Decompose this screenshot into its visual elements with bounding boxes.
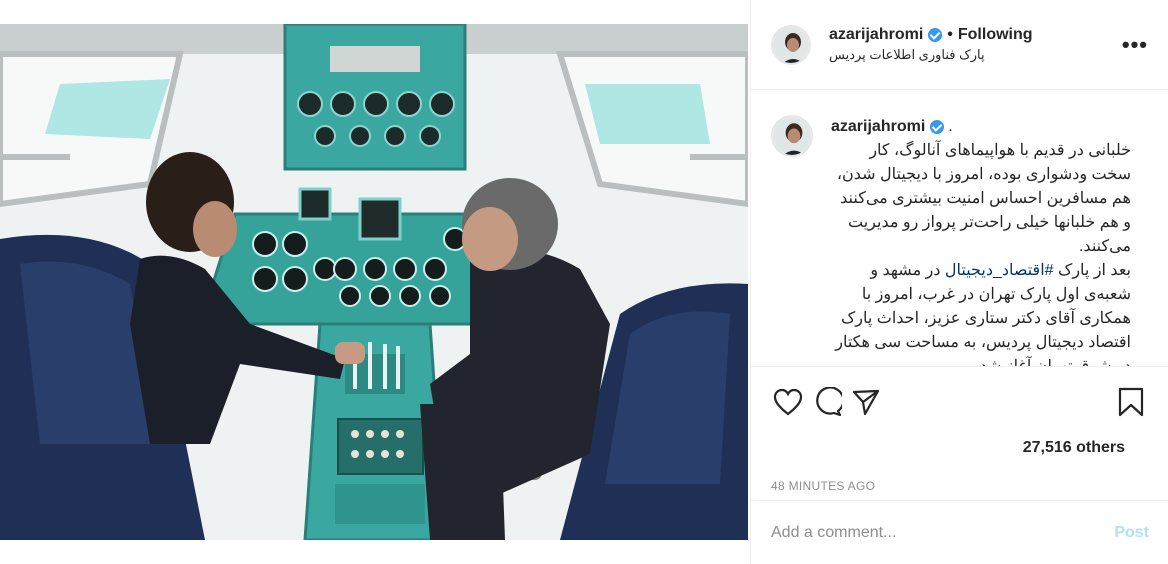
header-line: azarijahromi • Following bbox=[829, 26, 1118, 44]
add-comment-bar: Post bbox=[751, 500, 1168, 564]
post-header: azarijahromi • Following پارک فناوری اطل… bbox=[751, 0, 1168, 90]
comment-icon[interactable] bbox=[810, 385, 844, 419]
caption-paragraph-2: بعد از پارک #اقتصاد_دیجیتال در مشهد و شع… bbox=[831, 259, 1131, 366]
header-text: azarijahromi • Following پارک فناوری اطل… bbox=[829, 26, 1118, 63]
photo-pane bbox=[0, 0, 750, 564]
caption-avatar[interactable] bbox=[771, 115, 813, 157]
bookmark-icon[interactable] bbox=[1114, 385, 1148, 419]
caption-text-before: بعد از پارک bbox=[1053, 262, 1131, 279]
location-link[interactable]: پارک فناوری اطلاعات پردیس bbox=[829, 47, 1118, 63]
following-button[interactable]: Following bbox=[958, 26, 1033, 44]
username-link[interactable]: azarijahromi bbox=[829, 26, 923, 44]
post-comment-button[interactable]: Post bbox=[1114, 524, 1149, 542]
likes-count[interactable]: 27,516 others bbox=[751, 419, 1168, 457]
caption-trailing: . bbox=[948, 118, 953, 135]
paper-plane-icon[interactable] bbox=[849, 385, 883, 419]
heart-icon[interactable] bbox=[771, 385, 805, 419]
caption-username-link[interactable]: azarijahromi bbox=[831, 115, 925, 139]
comment-input[interactable] bbox=[771, 523, 1115, 542]
caption-head: azarijahromi . bbox=[831, 115, 1131, 139]
more-options-button[interactable]: ••• bbox=[1118, 32, 1152, 58]
hashtag-link[interactable]: #اقتصاد_دیجیتال bbox=[945, 262, 1054, 279]
caption-paragraph-1: خلبانی در قدیم با هواپیماهای آنالوگ، کار… bbox=[832, 142, 1131, 255]
instagram-post: azarijahromi • Following پارک فناوری اطل… bbox=[0, 0, 1168, 564]
post-timestamp[interactable]: 48 MINUTES AGO bbox=[751, 457, 1168, 493]
post-side-panel: azarijahromi • Following پارک فناوری اطل… bbox=[750, 0, 1168, 564]
cockpit-photo[interactable] bbox=[0, 24, 748, 540]
verified-badge-icon bbox=[930, 120, 945, 134]
caption: azarijahromi . خلبانی در قدیم با هواپیما… bbox=[831, 115, 1131, 366]
avatar[interactable] bbox=[771, 24, 811, 65]
separator-dot: • bbox=[947, 26, 953, 43]
actions-section: 27,516 others 48 MINUTES AGO bbox=[751, 366, 1168, 521]
caption-area[interactable]: azarijahromi . خلبانی در قدیم با هواپیما… bbox=[751, 91, 1168, 366]
action-icons bbox=[751, 367, 1168, 419]
verified-badge-icon bbox=[928, 28, 943, 42]
